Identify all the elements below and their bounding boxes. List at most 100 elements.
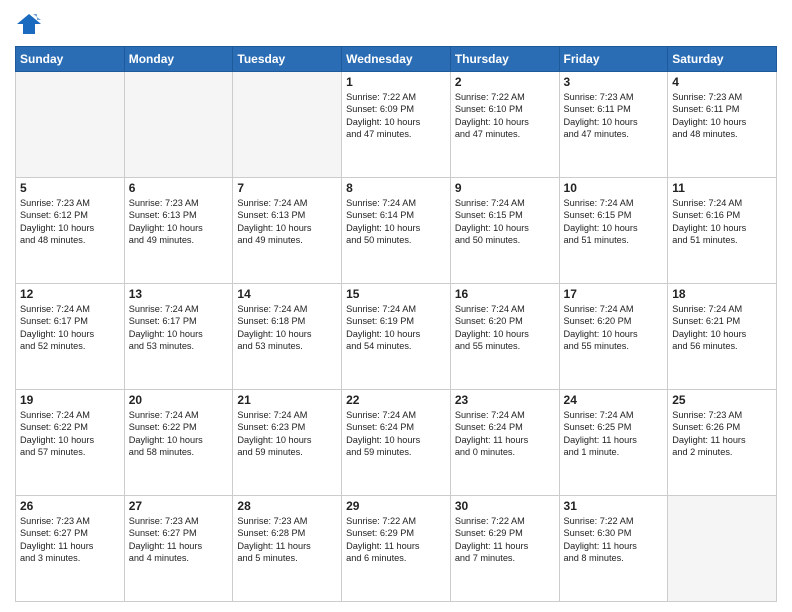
calendar-cell: 8 Sunrise: 7:24 AM Sunset: 6:14 PM Daylig… [342,178,451,284]
cell-info: Sunrise: 7:24 AM Sunset: 6:21 PM Dayligh… [672,304,746,351]
day-number: 4 [672,75,772,89]
day-number: 6 [129,181,229,195]
cell-info: Sunrise: 7:24 AM Sunset: 6:22 PM Dayligh… [129,410,203,457]
calendar-cell: 28 Sunrise: 7:23 AM Sunset: 6:28 PM Dayli… [233,496,342,602]
day-number: 28 [237,499,337,513]
cell-info: Sunrise: 7:23 AM Sunset: 6:27 PM Dayligh… [20,516,93,563]
calendar-cell: 14 Sunrise: 7:24 AM Sunset: 6:18 PM Dayli… [233,284,342,390]
cell-info: Sunrise: 7:24 AM Sunset: 6:25 PM Dayligh… [564,410,637,457]
calendar-cell: 13 Sunrise: 7:24 AM Sunset: 6:17 PM Dayli… [124,284,233,390]
calendar-cell: 26 Sunrise: 7:23 AM Sunset: 6:27 PM Dayli… [16,496,125,602]
calendar-cell: 30 Sunrise: 7:22 AM Sunset: 6:29 PM Dayli… [450,496,559,602]
calendar-cell: 3Sunrise: 7:23 AM Sunset: 6:11 PM Daylig… [559,72,668,178]
day-number: 10 [564,181,664,195]
cell-info: Sunrise: 7:22 AM Sunset: 6:09 PM Dayligh… [346,92,420,139]
day-number: 27 [129,499,229,513]
cell-info: Sunrise: 7:24 AM Sunset: 6:17 PM Dayligh… [20,304,94,351]
calendar-cell: 27 Sunrise: 7:23 AM Sunset: 6:27 PM Dayli… [124,496,233,602]
calendar-cell: 5 Sunrise: 7:23 AM Sunset: 6:12 PM Daylig… [16,178,125,284]
logo-icon [15,10,43,38]
calendar-cell: 29 Sunrise: 7:22 AM Sunset: 6:29 PM Dayli… [342,496,451,602]
weekday-header-sunday: Sunday [16,47,125,72]
header [15,10,777,38]
day-number: 8 [346,181,446,195]
weekday-header-friday: Friday [559,47,668,72]
cell-info: Sunrise: 7:22 AM Sunset: 6:10 PM Dayligh… [455,92,529,139]
calendar-cell: 4 Sunrise: 7:23 AM Sunset: 6:11 PM Daylig… [668,72,777,178]
day-number: 14 [237,287,337,301]
calendar-cell: 2 Sunrise: 7:22 AM Sunset: 6:10 PM Daylig… [450,72,559,178]
calendar-cell: 6Sunrise: 7:23 AM Sunset: 6:13 PM Daylig… [124,178,233,284]
weekday-header-saturday: Saturday [668,47,777,72]
cell-info: Sunrise: 7:22 AM Sunset: 6:29 PM Dayligh… [346,516,419,563]
day-number: 12 [20,287,120,301]
day-number: 30 [455,499,555,513]
calendar-cell: 11 Sunrise: 7:24 AM Sunset: 6:16 PM Dayli… [668,178,777,284]
day-number: 31 [564,499,664,513]
cell-info: Sunrise: 7:23 AM Sunset: 6:12 PM Dayligh… [20,198,94,245]
cell-info: Sunrise: 7:23 AM Sunset: 6:27 PM Dayligh… [129,516,202,563]
calendar-cell: 20 Sunrise: 7:24 AM Sunset: 6:22 PM Dayli… [124,390,233,496]
page: SundayMondayTuesdayWednesdayThursdayFrid… [0,0,792,612]
day-number: 15 [346,287,446,301]
day-number: 13 [129,287,229,301]
cell-info: Sunrise: 7:23 AM Sunset: 6:26 PM Dayligh… [672,410,745,457]
day-number: 20 [129,393,229,407]
cell-info: Sunrise: 7:22 AM Sunset: 6:29 PM Dayligh… [455,516,528,563]
calendar-cell: 15 Sunrise: 7:24 AM Sunset: 6:19 PM Dayli… [342,284,451,390]
week-row-0: 1Sunrise: 7:22 AM Sunset: 6:09 PM Daylig… [16,72,777,178]
cell-info: Sunrise: 7:24 AM Sunset: 6:13 PM Dayligh… [237,198,311,245]
cell-info: Sunrise: 7:23 AM Sunset: 6:28 PM Dayligh… [237,516,310,563]
cell-info: Sunrise: 7:24 AM Sunset: 6:17 PM Dayligh… [129,304,203,351]
day-number: 22 [346,393,446,407]
day-number: 18 [672,287,772,301]
calendar-table: SundayMondayTuesdayWednesdayThursdayFrid… [15,46,777,602]
day-number: 11 [672,181,772,195]
calendar-cell [668,496,777,602]
calendar-cell: 12 Sunrise: 7:24 AM Sunset: 6:17 PM Dayli… [16,284,125,390]
week-row-1: 5 Sunrise: 7:23 AM Sunset: 6:12 PM Daylig… [16,178,777,284]
weekday-header-monday: Monday [124,47,233,72]
cell-info: Sunrise: 7:24 AM Sunset: 6:19 PM Dayligh… [346,304,420,351]
cell-info: Sunrise: 7:24 AM Sunset: 6:20 PM Dayligh… [564,304,638,351]
day-number: 29 [346,499,446,513]
day-number: 23 [455,393,555,407]
cell-info: Sunrise: 7:24 AM Sunset: 6:23 PM Dayligh… [237,410,311,457]
day-number: 24 [564,393,664,407]
calendar-cell [124,72,233,178]
day-number: 5 [20,181,120,195]
day-number: 2 [455,75,555,89]
day-number: 3 [564,75,664,89]
cell-info: Sunrise: 7:24 AM Sunset: 6:16 PM Dayligh… [672,198,746,245]
cell-info: Sunrise: 7:22 AM Sunset: 6:30 PM Dayligh… [564,516,637,563]
cell-info: Sunrise: 7:23 AM Sunset: 6:11 PM Dayligh… [672,92,746,139]
calendar-cell: 24 Sunrise: 7:24 AM Sunset: 6:25 PM Dayli… [559,390,668,496]
week-row-3: 19 Sunrise: 7:24 AM Sunset: 6:22 PM Dayli… [16,390,777,496]
cell-info: Sunrise: 7:24 AM Sunset: 6:24 PM Dayligh… [346,410,420,457]
day-number: 25 [672,393,772,407]
calendar-cell: 18 Sunrise: 7:24 AM Sunset: 6:21 PM Dayli… [668,284,777,390]
weekday-header-thursday: Thursday [450,47,559,72]
day-number: 7 [237,181,337,195]
logo [15,10,47,38]
cell-info: Sunrise: 7:24 AM Sunset: 6:18 PM Dayligh… [237,304,311,351]
calendar-cell: 1Sunrise: 7:22 AM Sunset: 6:09 PM Daylig… [342,72,451,178]
day-number: 26 [20,499,120,513]
calendar-cell: 16 Sunrise: 7:24 AM Sunset: 6:20 PM Dayli… [450,284,559,390]
day-number: 16 [455,287,555,301]
calendar-cell: 7 Sunrise: 7:24 AM Sunset: 6:13 PM Daylig… [233,178,342,284]
day-number: 19 [20,393,120,407]
day-number: 21 [237,393,337,407]
calendar-cell: 21 Sunrise: 7:24 AM Sunset: 6:23 PM Dayli… [233,390,342,496]
cell-info: Sunrise: 7:24 AM Sunset: 6:14 PM Dayligh… [346,198,420,245]
week-row-2: 12 Sunrise: 7:24 AM Sunset: 6:17 PM Dayli… [16,284,777,390]
day-number: 17 [564,287,664,301]
weekday-header-wednesday: Wednesday [342,47,451,72]
cell-info: Sunrise: 7:24 AM Sunset: 6:15 PM Dayligh… [455,198,529,245]
cell-info: Sunrise: 7:24 AM Sunset: 6:22 PM Dayligh… [20,410,94,457]
calendar-cell: 10Sunrise: 7:24 AM Sunset: 6:15 PM Dayli… [559,178,668,284]
week-row-4: 26 Sunrise: 7:23 AM Sunset: 6:27 PM Dayli… [16,496,777,602]
cell-info: Sunrise: 7:24 AM Sunset: 6:20 PM Dayligh… [455,304,529,351]
calendar-cell: 25 Sunrise: 7:23 AM Sunset: 6:26 PM Dayli… [668,390,777,496]
calendar-cell: 17 Sunrise: 7:24 AM Sunset: 6:20 PM Dayli… [559,284,668,390]
